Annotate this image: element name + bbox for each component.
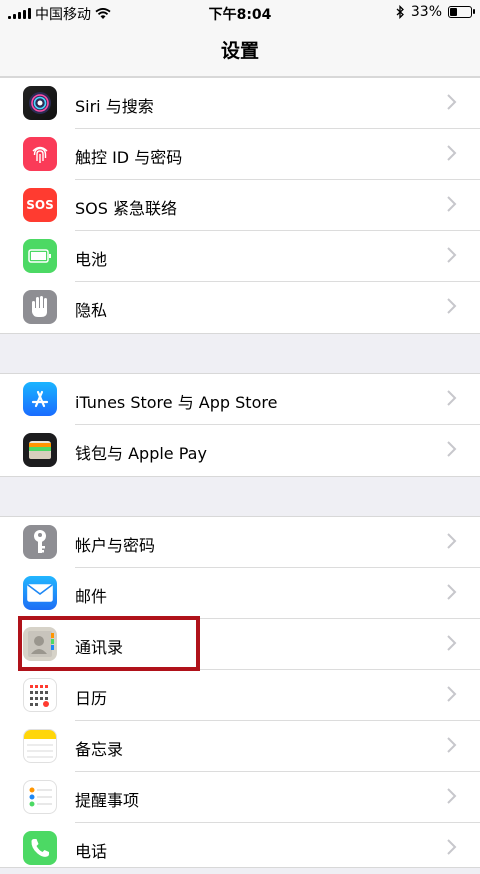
settings-row-touch-id[interactable]: 触控 ID 与密码 — [0, 129, 480, 180]
settings-row-label: iTunes Store 与 App Store — [75, 393, 278, 412]
chevron-right-icon — [447, 196, 457, 212]
bluetooth-icon — [396, 5, 404, 19]
chevron-right-icon — [447, 533, 457, 549]
navigation-bar: 设置 — [0, 24, 480, 77]
app-store-icon — [23, 382, 57, 416]
hand-icon — [23, 290, 57, 324]
settings-row-label: 邮件 — [75, 587, 108, 606]
mail-icon — [23, 576, 57, 610]
page-title: 设置 — [220, 40, 259, 62]
settings-row-phone[interactable]: 电话 — [0, 823, 480, 874]
settings-row-label: 隐私 — [75, 301, 108, 320]
settings-row-siri[interactable]: Siri 与搜索 — [0, 78, 480, 129]
sos-icon-text: SOS — [26, 198, 54, 212]
chevron-right-icon — [447, 145, 457, 161]
settings-row-mail[interactable]: 邮件 — [0, 568, 480, 619]
chevron-right-icon — [447, 94, 457, 110]
chevron-right-icon — [447, 788, 457, 804]
chevron-right-icon — [447, 737, 457, 753]
battery-percentage: 33% — [410, 4, 442, 20]
settings-group-2: iTunes Store 与 App Store 钱包与 Apple Pay — [0, 373, 480, 477]
settings-row-label: 帐户与密码 — [75, 536, 156, 555]
settings-row-label: 电池 — [75, 250, 108, 269]
phone-icon — [23, 831, 57, 865]
settings-row-label: 提醒事项 — [75, 791, 140, 810]
settings-row-itunes-app-store[interactable]: iTunes Store 与 App Store — [0, 374, 480, 425]
sos-icon: SOS — [23, 188, 57, 222]
settings-row-privacy[interactable]: 隐私 — [0, 282, 480, 333]
highlight-box — [18, 616, 200, 671]
chevron-right-icon — [447, 686, 457, 702]
reminders-icon — [23, 780, 57, 814]
settings-group-1: Siri 与搜索 触控 ID 与密码 SOS SOS 紧急联络 电池 隐私 — [0, 77, 480, 334]
battery-icon — [448, 6, 475, 18]
battery-settings-icon — [23, 239, 57, 273]
settings-row-reminders[interactable]: 提醒事项 — [0, 772, 480, 823]
settings-row-label: 备忘录 — [75, 740, 124, 759]
siri-icon — [23, 86, 57, 120]
settings-row-wallet[interactable]: 钱包与 Apple Pay — [0, 425, 480, 476]
notes-icon — [23, 729, 57, 763]
settings-row-label: SOS 紧急联络 — [75, 199, 177, 218]
key-icon — [23, 525, 57, 559]
chevron-right-icon — [447, 390, 457, 406]
fingerprint-icon — [23, 137, 57, 171]
settings-row-label: 日历 — [75, 689, 108, 708]
settings-row-calendar[interactable]: 日历 — [0, 670, 480, 721]
settings-row-label: 钱包与 Apple Pay — [75, 444, 207, 463]
settings-group-3: 帐户与密码 邮件 通讯录 日历 备忘录 提醒事项 电话 — [0, 516, 480, 868]
chevron-right-icon — [447, 247, 457, 263]
chevron-right-icon — [447, 441, 457, 457]
status-bar: 中国移动 下午8:04 33% — [0, 0, 480, 24]
calendar-icon — [23, 678, 57, 712]
settings-row-battery[interactable]: 电池 — [0, 231, 480, 282]
settings-row-label: Siri 与搜索 — [75, 97, 154, 116]
chevron-right-icon — [447, 635, 457, 651]
status-bar-right: 33% — [396, 4, 475, 20]
settings-row-label: 电话 — [75, 842, 108, 861]
chevron-right-icon — [447, 584, 457, 600]
settings-row-notes[interactable]: 备忘录 — [0, 721, 480, 772]
wallet-icon — [23, 433, 57, 467]
chevron-right-icon — [447, 298, 457, 314]
settings-row-accounts-passwords[interactable]: 帐户与密码 — [0, 517, 480, 568]
settings-row-sos[interactable]: SOS SOS 紧急联络 — [0, 180, 480, 231]
settings-row-label: 触控 ID 与密码 — [75, 148, 183, 167]
